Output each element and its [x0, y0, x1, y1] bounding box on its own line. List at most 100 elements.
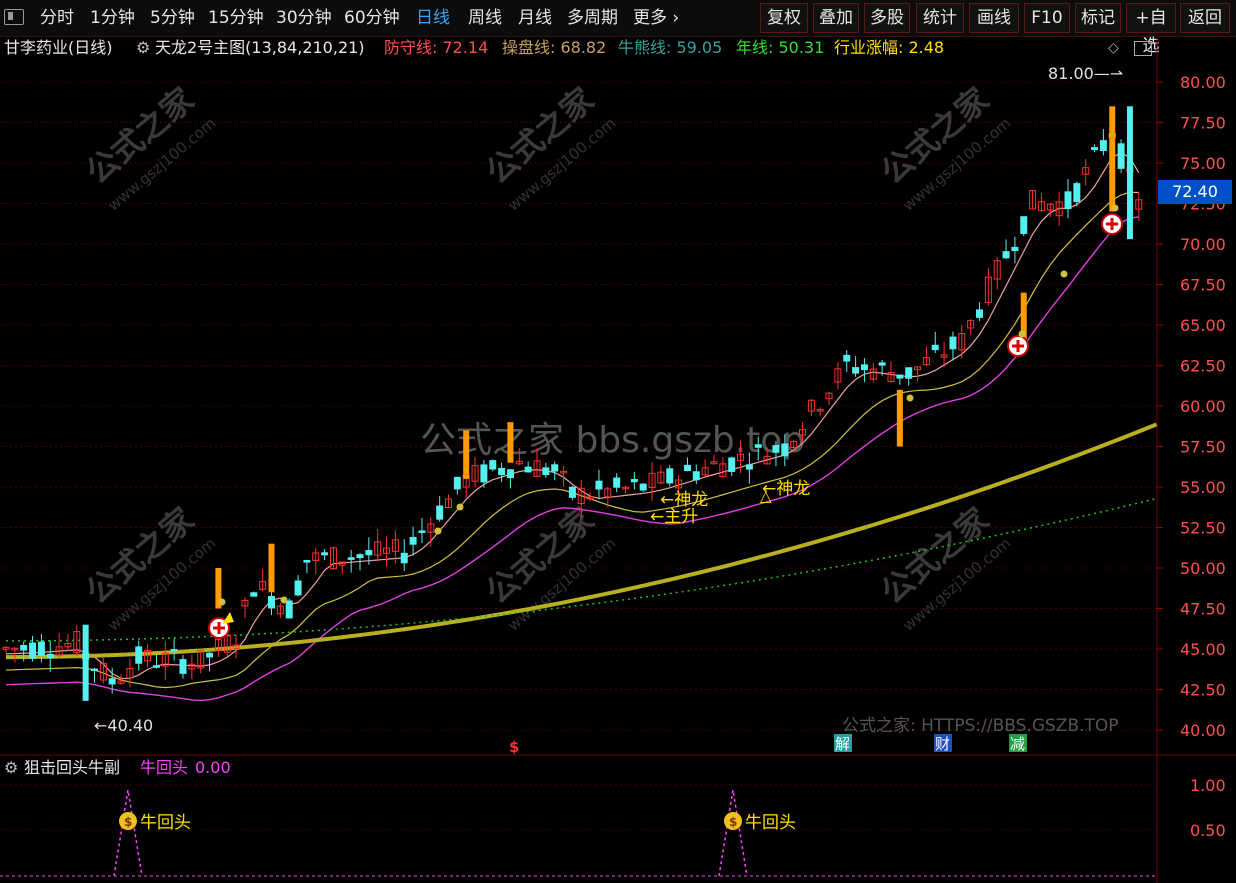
low-label: ←40.40 — [94, 716, 153, 735]
menu-icon[interactable] — [4, 9, 24, 25]
candle-body — [816, 408, 824, 412]
candle-body — [869, 368, 877, 380]
candle-body — [781, 443, 789, 457]
candle-body — [878, 362, 886, 366]
candle-body — [524, 466, 532, 473]
diamond-icon[interactable]: ◇ — [1108, 36, 1119, 60]
candle-body — [37, 641, 45, 656]
candle-body — [675, 479, 683, 489]
candle-body — [914, 366, 922, 371]
period-3[interactable]: 15分钟 — [208, 4, 264, 32]
signal-bar — [896, 389, 903, 447]
action-button-8[interactable]: 返回 — [1180, 3, 1230, 33]
label-2: ←神龙 — [762, 479, 810, 499]
y-tick-8: 60.00 — [1180, 397, 1226, 416]
action-button-2[interactable]: 多股 — [864, 3, 910, 33]
sub-field-name: 牛回头 — [140, 758, 189, 777]
action-button-1[interactable]: 叠加 — [813, 3, 859, 33]
watermark-url-5: www.gszj100.com — [899, 534, 1014, 635]
field-2: 牛熊线: 59.05 — [618, 38, 723, 57]
candle-body — [666, 468, 674, 484]
candle-body — [20, 644, 28, 651]
action-button-3[interactable]: 统计 — [916, 3, 964, 33]
candle-body — [1055, 201, 1063, 217]
candle-body — [170, 649, 178, 652]
candle-body — [1117, 143, 1125, 169]
y-tick-6: 65.00 — [1180, 316, 1226, 335]
period-8[interactable]: 月线 — [518, 4, 552, 32]
y-tick-15: 42.50 — [1180, 681, 1226, 700]
candle-body — [117, 680, 125, 684]
sub-indicator-bar: ⚙ 狙击回头牛副 牛回头 0.00 — [0, 757, 1236, 779]
panel-toggle-icon[interactable] — [1134, 41, 1152, 56]
action-button-5[interactable]: F10 — [1024, 3, 1070, 33]
settings-icon[interactable]: ⚙ — [136, 36, 150, 60]
buy-marker-0 — [208, 617, 230, 639]
watermark-cn-2: 公式之家 — [874, 80, 996, 191]
field-3: 年线: 50.31 — [736, 38, 825, 57]
period-2[interactable]: 5分钟 — [150, 4, 195, 32]
candle-body — [91, 668, 98, 672]
candle-body — [993, 260, 1001, 280]
candle-body — [1064, 191, 1072, 210]
candle-body — [639, 483, 647, 491]
svg-text:△: △ — [760, 487, 772, 505]
period-4[interactable]: 30分钟 — [276, 4, 332, 32]
y-tick-9: 57.50 — [1180, 438, 1226, 457]
main-chart[interactable]: 公式之家www.gszj100.com 公式之家www.gszj100.com 公式… — [0, 0, 1236, 883]
moving-averages — [5, 151, 1158, 702]
candle-body — [701, 467, 709, 476]
watermark-cn-1: 公式之家 — [479, 80, 601, 191]
candle-body — [1020, 216, 1028, 234]
action-button-4[interactable]: 画线 — [969, 3, 1019, 33]
period-6[interactable]: 日线 — [416, 4, 450, 32]
period-9[interactable]: 多周期 — [567, 4, 618, 32]
candle-body — [268, 596, 275, 609]
period-0[interactable]: 分时 — [40, 4, 74, 32]
period-7[interactable]: 周线 — [468, 4, 502, 32]
candle-body — [241, 600, 249, 607]
signal-bar — [1020, 292, 1027, 350]
candle-body — [1011, 246, 1019, 252]
candle-body — [135, 646, 143, 664]
candle-body — [1099, 140, 1107, 151]
buy-marker-2 — [1101, 213, 1123, 235]
dotted-line — [5, 497, 1157, 642]
candle-body — [772, 445, 780, 453]
signal-bar — [215, 568, 222, 609]
sub-signal-label: 牛回头 — [745, 813, 796, 833]
chart-annotations: 81.00—⇀←40.40←神龙←主升←神龙△$ 解财减 — [94, 64, 1123, 756]
indicator-name[interactable]: 天龙2号主图(13,84,210,21) — [155, 36, 365, 60]
period-1[interactable]: 1分钟 — [90, 4, 135, 32]
candle-body — [887, 371, 895, 383]
period-10[interactable]: 更多 › — [633, 4, 679, 32]
candle-body — [834, 368, 842, 383]
candle-body — [533, 460, 541, 477]
sub-indicator-name[interactable]: 狙击回头牛副 — [24, 757, 120, 779]
candle-body — [542, 467, 550, 476]
candle-body — [799, 429, 806, 436]
candle-body — [754, 444, 762, 448]
candle-body — [860, 364, 868, 371]
candle-body — [515, 460, 523, 465]
action-button-0[interactable]: 复权 — [760, 3, 808, 33]
candle-body — [152, 665, 160, 668]
action-button-7[interactable]: +自选 — [1126, 3, 1176, 56]
candle-body — [852, 367, 860, 374]
event-mark-2 — [934, 734, 952, 752]
watermark-cn-5: 公式之家 — [874, 500, 996, 611]
current-price-tag: 72.40 — [1158, 180, 1232, 204]
candle-body — [11, 647, 19, 651]
candle-body — [338, 561, 346, 566]
candle-body — [1135, 199, 1143, 210]
candle-body — [568, 486, 576, 498]
sub-chart: 1.000.50$ 牛回头 $ 牛回头 — [0, 776, 1226, 877]
candle-body — [471, 465, 479, 482]
sub-settings-icon[interactable]: ⚙ — [4, 757, 18, 779]
candle-body — [905, 367, 913, 379]
watermark-url-4: www.gszj100.com — [504, 534, 619, 635]
action-button-6[interactable]: 标记 — [1075, 3, 1121, 33]
candle-body — [179, 659, 187, 674]
period-5[interactable]: 60分钟 — [344, 4, 400, 32]
candle-body — [445, 498, 452, 509]
